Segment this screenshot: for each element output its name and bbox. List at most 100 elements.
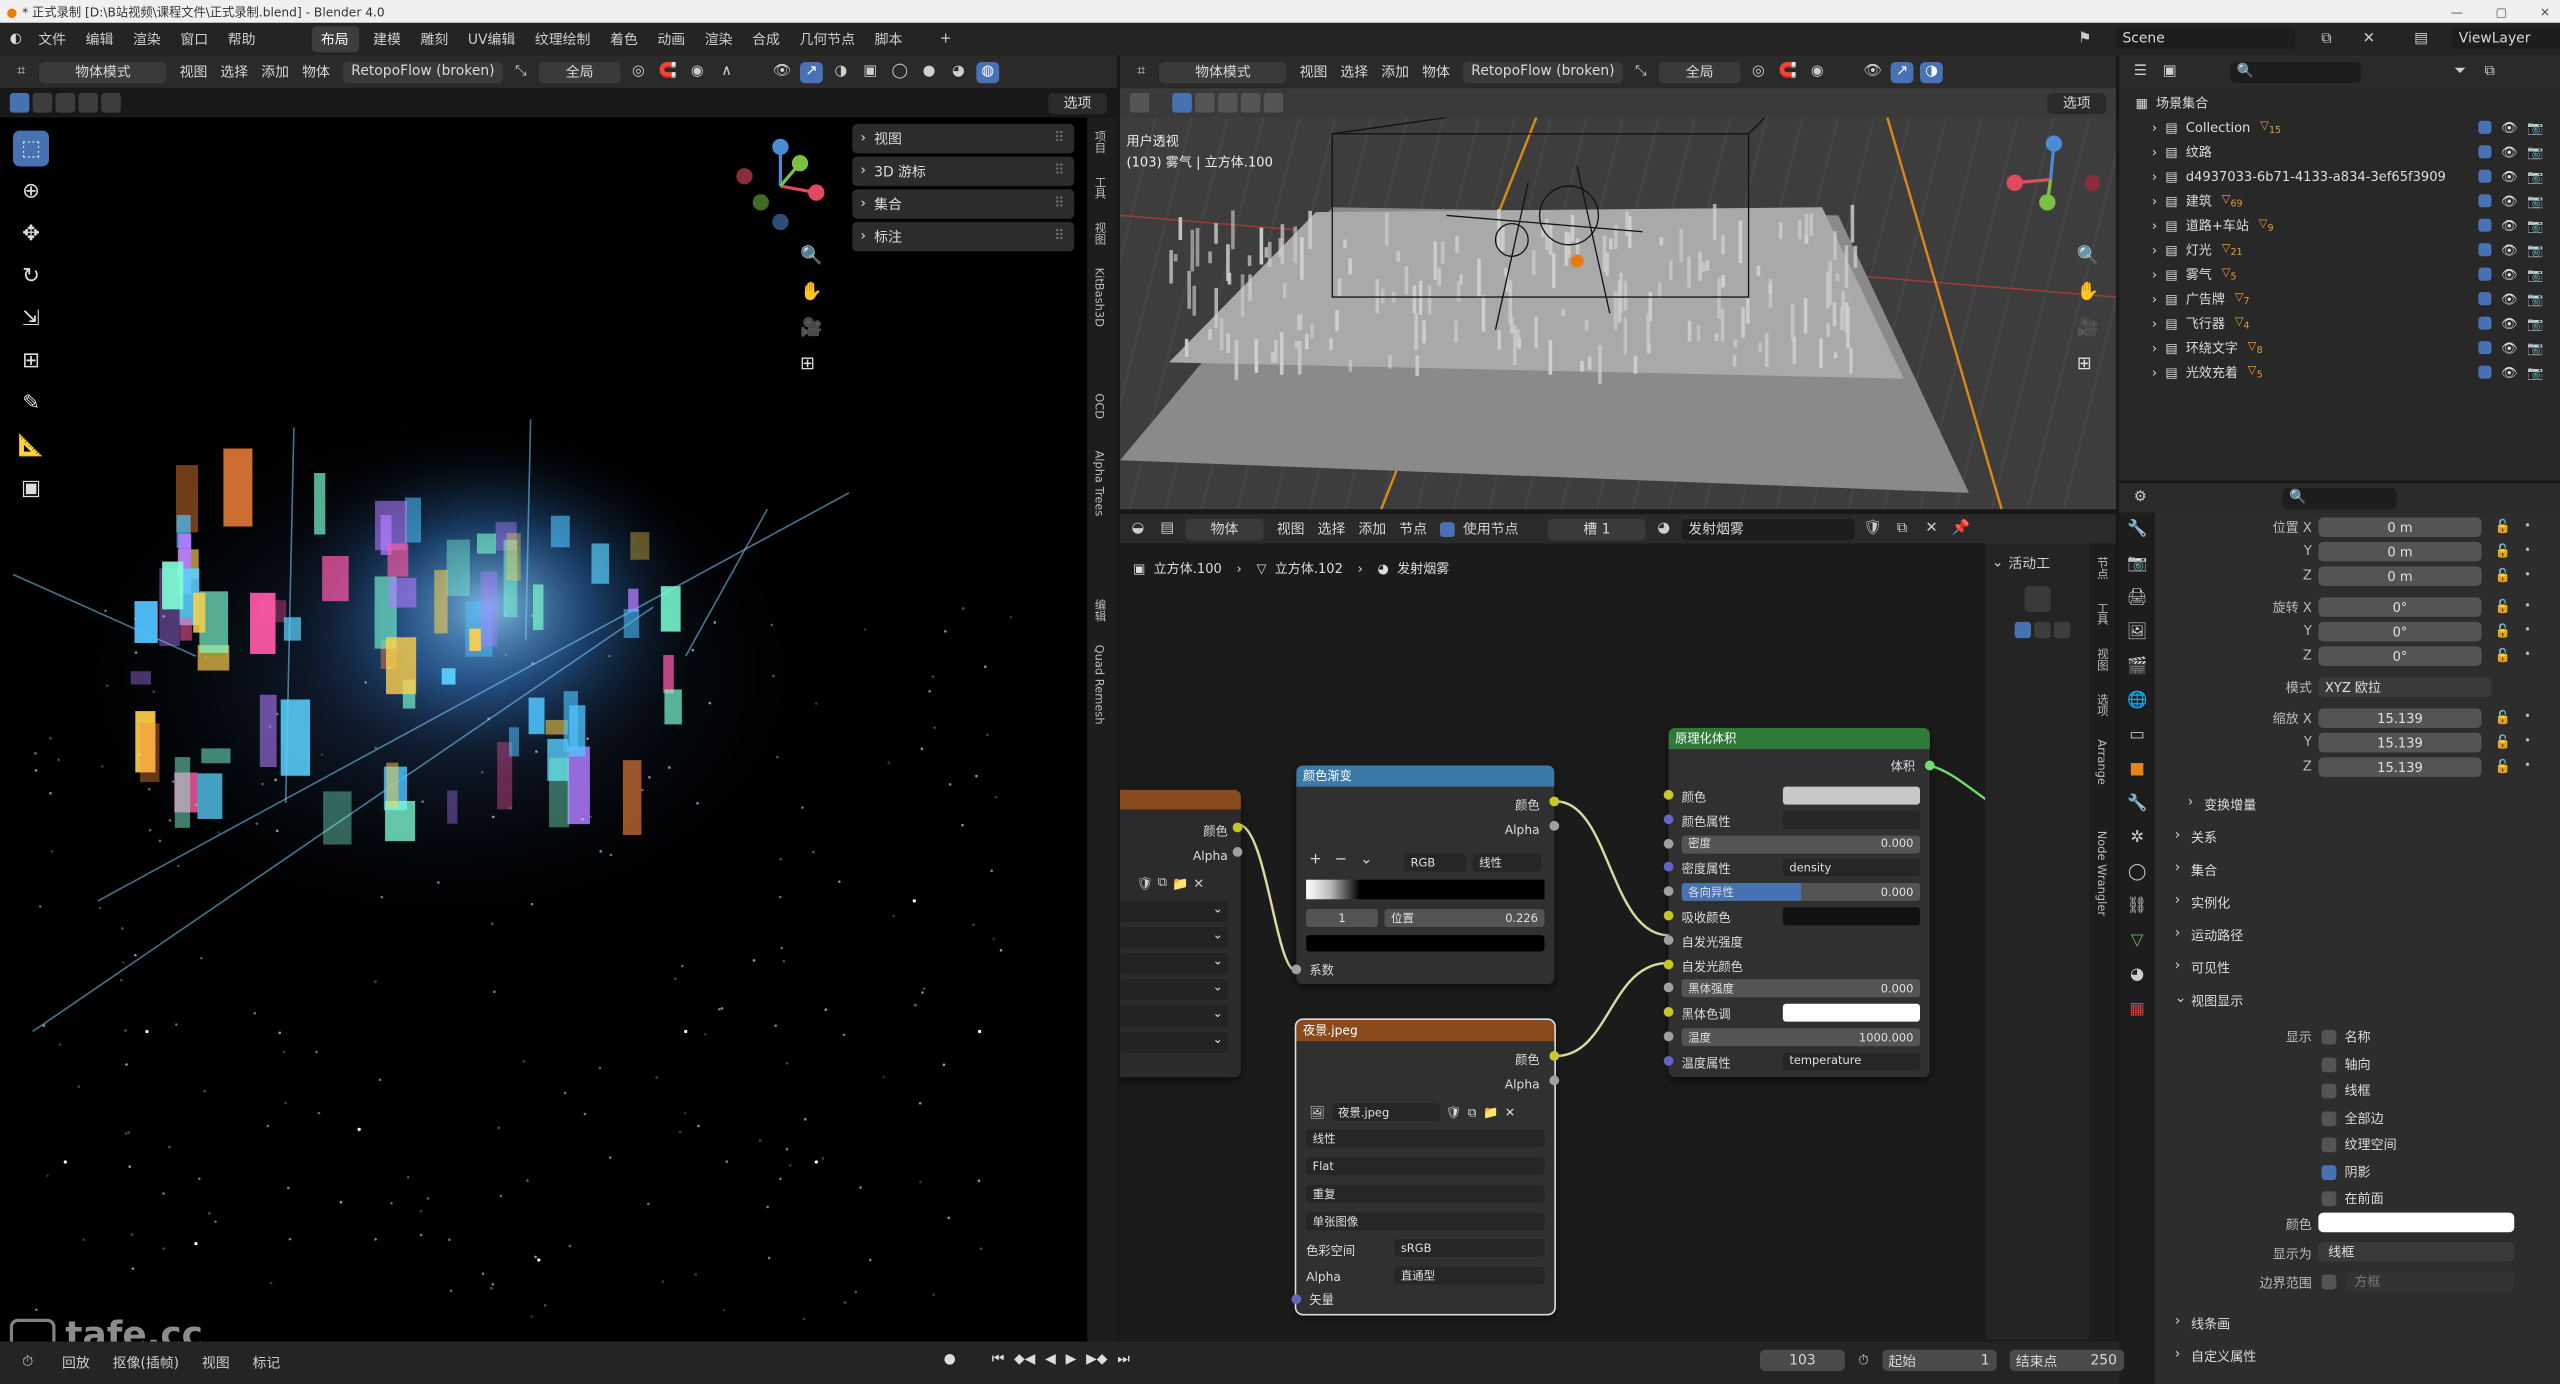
- side-tab[interactable]: 项目: [1092, 131, 1108, 154]
- texture-props-icon[interactable]: ▦: [2119, 992, 2155, 1026]
- principled-volume-node[interactable]: 原理化体积 体积 颜色 颜色属性 密度 0.000 密度属性 density 各向异性 0.0…: [1663, 727, 1935, 1078]
- expand-arrow-icon[interactable]: ›: [2152, 366, 2157, 381]
- keyframe-dot-icon[interactable]: •: [2524, 648, 2531, 661]
- header-menu-item[interactable]: 选择: [214, 61, 255, 82]
- timeline-menu-item[interactable]: 视图: [202, 1353, 230, 1372]
- view-layer-icon[interactable]: ▤: [2410, 28, 2433, 49]
- use-nodes-toggle[interactable]: 使用节点: [1440, 519, 1518, 539]
- show-option-checkbox[interactable]: [2321, 1137, 2337, 1153]
- partial-close-icon[interactable]: ✕: [1193, 876, 1204, 891]
- outliner-row[interactable]: › ▤ 广告牌 ▽7 👁 📷: [2119, 287, 2560, 311]
- exclude-checkbox[interactable]: [2478, 292, 2492, 306]
- outliner-type-icon[interactable]: ☰: [2129, 61, 2152, 82]
- keyframe-dot-icon[interactable]: •: [2524, 623, 2531, 636]
- image-name-field[interactable]: 夜景.jpeg: [1331, 1103, 1440, 1122]
- select-new-icon[interactable]: [9, 93, 30, 113]
- volume-input-socket[interactable]: [1663, 1031, 1674, 1042]
- unlink-material-icon[interactable]: ✕: [1920, 518, 1943, 539]
- select-invert-icon[interactable]: [78, 93, 98, 113]
- expand-arrow-icon[interactable]: ›: [2152, 243, 2157, 258]
- lock-icon[interactable]: 🔓: [2495, 623, 2511, 638]
- volume-input-socket[interactable]: [1663, 934, 1674, 945]
- outliner-item-name[interactable]: 建筑: [2186, 193, 2212, 211]
- show-option-checkbox[interactable]: [2321, 1164, 2337, 1180]
- pivot-icon[interactable]: ◎: [627, 61, 650, 82]
- mode-selector-right[interactable]: 物体模式: [1159, 61, 1287, 83]
- zoom-icon[interactable]: 🔍: [800, 238, 822, 274]
- node-editor-type-icon[interactable]: ◒: [1127, 518, 1150, 539]
- outliner-row[interactable]: › ▤ 灯光 ▽21 👁 📷: [2119, 238, 2560, 262]
- gizmo-toggle-icon[interactable]: ↗: [800, 61, 823, 83]
- play-icon[interactable]: ▶: [1066, 1351, 1077, 1367]
- object-props-icon[interactable]: ■: [2119, 752, 2155, 786]
- top-menu-item[interactable]: 帮助: [228, 29, 256, 49]
- slot-selector[interactable]: 槽 1: [1547, 518, 1646, 540]
- exclude-checkbox[interactable]: [2478, 145, 2492, 159]
- eye-icon[interactable]: 👁: [2501, 145, 2518, 160]
- proportional-icon-right[interactable]: ◉: [1806, 61, 1829, 82]
- constraints-props-icon[interactable]: ⛓: [2119, 889, 2155, 923]
- render-props-icon[interactable]: 📷: [2119, 547, 2155, 581]
- lock-icon[interactable]: 🔓: [2495, 648, 2511, 663]
- exclude-checkbox[interactable]: [2478, 267, 2492, 281]
- select-subtract-icon[interactable]: [55, 93, 76, 113]
- side-tab[interactable]: 视图: [1092, 222, 1108, 245]
- n-panel-section[interactable]: › 集合 ⠿: [852, 189, 1075, 219]
- right-3d-viewport[interactable]: 用户透视 (103) 雾气 | 立方体.100 🔍 ✋ 🎥 ⊞: [1119, 117, 2116, 510]
- outliner-row[interactable]: › ▤ 道路+车站 ▽9 👁 📷: [2119, 214, 2560, 238]
- physics-props-icon[interactable]: ◯: [2119, 855, 2155, 889]
- workspace-tab[interactable]: 建模: [368, 26, 406, 52]
- solid-shading-icon[interactable]: ●: [918, 61, 941, 82]
- eye-icon[interactable]: 👁: [2501, 243, 2518, 258]
- volume-input-socket[interactable]: [1663, 862, 1674, 873]
- select-intersect-icon-right[interactable]: [1263, 93, 1284, 113]
- rendered-shading-icon[interactable]: ◍: [976, 61, 1000, 83]
- show-option[interactable]: 阴影: [2321, 1163, 2371, 1181]
- eye-icon[interactable]: 👁: [2501, 268, 2518, 283]
- scene-selector[interactable]: Scene: [2115, 27, 2296, 49]
- properties-section[interactable]: 自定义属性: [2191, 1348, 2256, 1366]
- select-invert-icon-right[interactable]: [1240, 93, 1261, 113]
- mode-selector[interactable]: 物体模式: [39, 61, 167, 83]
- play-reverse-icon[interactable]: ◀: [1045, 1351, 1056, 1367]
- workspace-tab[interactable]: 渲染: [700, 26, 738, 52]
- node-side-tab[interactable]: 工具: [2095, 602, 2111, 625]
- exclude-checkbox[interactable]: [2478, 316, 2492, 330]
- keyframe-dot-icon[interactable]: •: [2524, 599, 2531, 612]
- volume-value-field[interactable]: 各向异性 0.000: [1681, 883, 1920, 902]
- timeline-menu-item[interactable]: 回放: [62, 1353, 90, 1372]
- outliner-item-name[interactable]: Collection: [2186, 121, 2251, 136]
- gizmo-toggle-icon-right[interactable]: ↗: [1890, 61, 1914, 83]
- partial-dropdown-6[interactable]: ⌄: [1119, 1031, 1228, 1053]
- workspace-tab[interactable]: 合成: [747, 26, 785, 52]
- add-cube-tool-icon[interactable]: ▣: [13, 470, 49, 506]
- move-tool-icon[interactable]: ✥: [13, 215, 49, 251]
- workspace-tab[interactable]: 脚本: [870, 26, 908, 52]
- jump-start-icon[interactable]: ⏮: [992, 1351, 1005, 1367]
- exclude-checkbox[interactable]: [2478, 218, 2492, 232]
- header-menu-item[interactable]: 物体: [1416, 61, 1457, 82]
- retopoflow-button-right[interactable]: RetopoFlow (broken): [1462, 61, 1623, 83]
- close-window-icon[interactable]: ✕: [2540, 4, 2550, 19]
- drag-handle-icon[interactable]: ⠿: [1054, 196, 1064, 212]
- location-y-field[interactable]: 0 m: [2318, 541, 2482, 562]
- frame-start-field[interactable]: 起始 1: [1881, 1349, 1997, 1371]
- show-option[interactable]: 线框: [2321, 1082, 2371, 1100]
- eye-icon[interactable]: 👁: [2501, 194, 2518, 209]
- lock-icon[interactable]: 🔓: [2495, 734, 2511, 749]
- grid-view-icon-right[interactable]: ⊞: [2077, 346, 2099, 382]
- timeline-type-icon[interactable]: ⏱: [16, 1352, 39, 1373]
- outliner-row[interactable]: › ▤ 光效充着 ▽5 👁 📷: [2119, 361, 2560, 385]
- scale-tool-icon[interactable]: ⇲: [13, 300, 49, 336]
- partial-dropdown-3[interactable]: ⌄: [1119, 953, 1228, 975]
- select-extend-icon-right[interactable]: [1195, 93, 1215, 113]
- right-options-button[interactable]: 选项: [2047, 92, 2107, 114]
- node-select-mode-icon[interactable]: [2014, 621, 2032, 639]
- camera-render-icon[interactable]: 📷: [2527, 145, 2543, 160]
- show-option-checkbox[interactable]: [2321, 1110, 2337, 1126]
- drag-handle-icon[interactable]: ⠿: [1054, 163, 1064, 179]
- visibility-icon-right[interactable]: 👁: [1861, 61, 1884, 82]
- maximize-icon[interactable]: ▢: [2496, 4, 2508, 19]
- expand-arrow-icon[interactable]: ›: [2152, 219, 2157, 234]
- measure-tool-icon[interactable]: 📐: [13, 428, 49, 464]
